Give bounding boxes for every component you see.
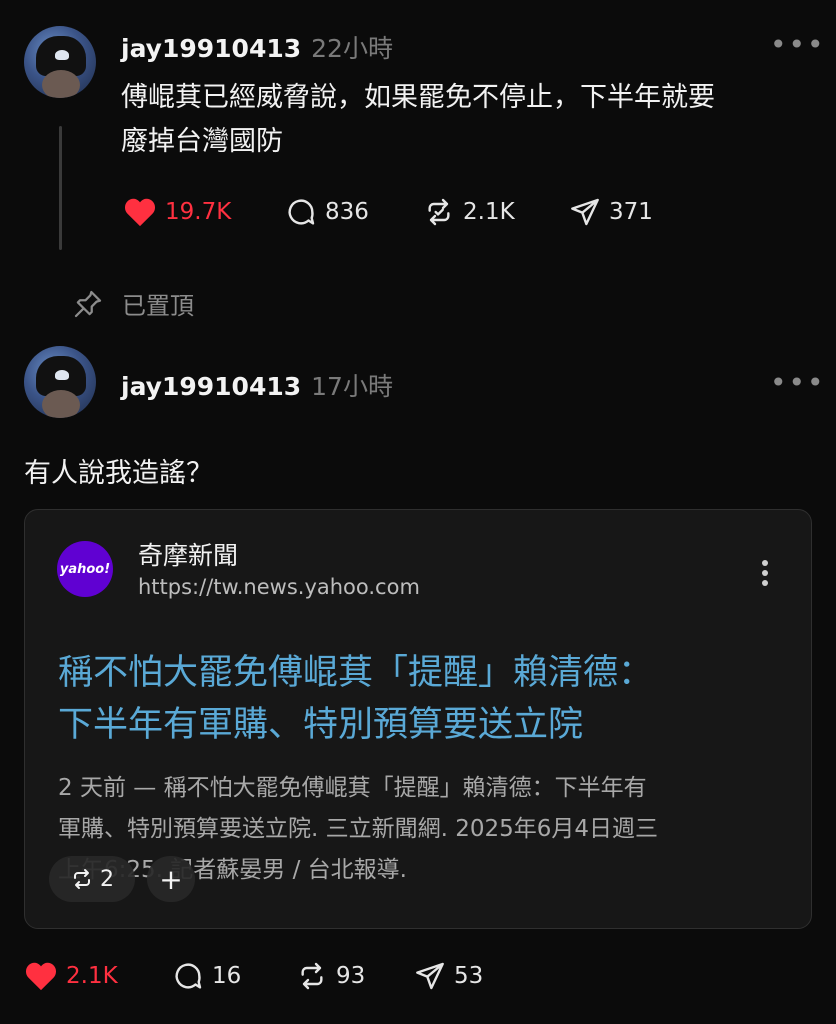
action-bar: 19.7K 836 2.1K 371 — [123, 196, 669, 228]
post-text-line: 廢掉台灣國防 — [121, 126, 283, 157]
comment-icon — [175, 963, 202, 989]
avatar-cap-logo — [55, 50, 69, 60]
comment-count: 836 — [325, 199, 369, 225]
comment-button[interactable]: 836 — [285, 196, 423, 228]
post-time: 17小時 — [311, 372, 393, 401]
comment-icon — [288, 199, 315, 225]
username[interactable]: jay19910413 — [121, 372, 301, 401]
source-name: 奇摩新聞 — [138, 541, 239, 570]
share-button[interactable]: 53 — [414, 960, 514, 992]
repost-chip[interactable]: 2 — [49, 856, 135, 902]
article-headline[interactable]: 稱不怕大罷免傅崐萁「提醒」賴清德： 下半年有軍購、特別預算要送立院 — [58, 647, 798, 751]
share-count: 371 — [609, 199, 653, 225]
like-button[interactable]: 2.1K — [24, 960, 172, 992]
send-icon — [571, 198, 599, 226]
heart-filled-icon — [25, 962, 57, 991]
add-chip[interactable]: + — [147, 856, 195, 902]
avatar-face — [42, 390, 80, 418]
pinned-indicator: 已置頂 — [72, 286, 194, 321]
vertical-dots-icon — [762, 560, 768, 586]
thread-line — [59, 126, 62, 250]
action-bar: 2.1K 16 93 53 — [24, 960, 514, 992]
pin-icon — [74, 290, 102, 317]
like-count: 19.7K — [165, 199, 232, 225]
snippet-line: 2 天前 — 稱不怕大罷免傅崐萁「提醒」賴清德：下半年有 — [58, 775, 647, 801]
repost-count: 2.1K — [463, 199, 515, 225]
yahoo-logo: yahoo! — [57, 541, 113, 597]
headline-line: 下半年有軍購、特別預算要送立院 — [58, 705, 584, 745]
avatar-face — [42, 70, 80, 98]
more-options-button[interactable]: ••• — [770, 28, 826, 61]
snippet-line: 軍購、特別預算要送立院. 三立新聞網. 2025年6月4日週三 — [58, 816, 659, 842]
share-button[interactable]: 371 — [569, 196, 669, 228]
repost-icon — [301, 962, 323, 990]
post-text: 有人說我造謠？ — [24, 458, 213, 489]
card-more-button[interactable] — [761, 559, 769, 591]
comment-button[interactable]: 16 — [172, 960, 296, 992]
repost-icon — [74, 869, 90, 889]
like-button[interactable]: 19.7K — [123, 196, 285, 228]
link-preview-card[interactable]: yahoo! 奇摩新聞 https://tw.news.yahoo.com 稱不… — [24, 509, 812, 929]
post-text-line: 傅崐萁已經威脅說，如果罷免不停止，下半年就要 — [121, 82, 715, 113]
source-url[interactable]: https://tw.news.yahoo.com — [138, 575, 420, 599]
post-header: jay19910413 22小時 — [121, 29, 393, 65]
headline-line: 稱不怕大罷免傅崐萁「提醒」賴清德： — [58, 653, 654, 693]
post-time: 22小時 — [311, 34, 393, 63]
pinned-label: 已置頂 — [122, 292, 194, 320]
repost-icon — [428, 198, 450, 226]
post-header: jay19910413 17小時 — [121, 367, 393, 403]
repost-button[interactable]: 2.1K — [423, 196, 569, 228]
send-icon — [416, 962, 444, 990]
repost-chip-count: 2 — [100, 866, 114, 892]
avatar-cap-logo — [55, 370, 69, 380]
share-count: 53 — [454, 963, 484, 989]
more-options-button[interactable]: ••• — [770, 366, 826, 399]
like-count: 2.1K — [66, 963, 118, 989]
comment-count: 16 — [212, 963, 242, 989]
username[interactable]: jay19910413 — [121, 34, 301, 63]
repost-button[interactable]: 93 — [296, 960, 414, 992]
avatar[interactable] — [24, 26, 96, 98]
repost-count: 93 — [336, 963, 366, 989]
post-text: 傅崐萁已經威脅說，如果罷免不停止，下半年就要 廢掉台灣國防 — [121, 76, 811, 164]
heart-filled-icon — [124, 198, 156, 227]
avatar[interactable] — [24, 346, 96, 418]
